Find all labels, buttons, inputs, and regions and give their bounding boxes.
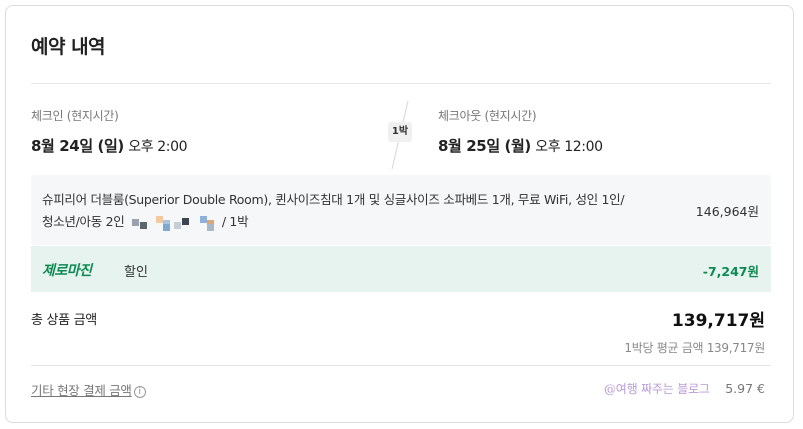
onsite-payment-amount: 5.97 € [725, 381, 765, 396]
total-label: 총 상품 금액 [31, 313, 97, 328]
info-icon[interactable]: i [133, 386, 146, 398]
checkin-section: 체크인 (현지시간) 8월 24일 (일) 오후 2:00 [31, 107, 188, 156]
room-description-guests: 청소년/아동 2인 [42, 214, 125, 229]
nights-badge: 1박 [388, 122, 412, 142]
total-amount: 139,717원 [671, 311, 765, 331]
checkin-date: 8월 24일 (일) [31, 137, 124, 155]
discount-row: 제로마진 할인 -7,247원 [31, 246, 771, 292]
checkin-label: 체크인 (현지시간) [31, 109, 119, 123]
top-divider [31, 83, 771, 84]
room-description-line1: 슈피리어 더블룸(Superior Double Room), 퀸사이즈침대 1… [42, 192, 625, 207]
checkout-section: 체크아웃 (현지시간) 8월 25일 (월) 오후 12:00 [438, 107, 603, 156]
checkout-label: 체크아웃 (현지시간) [438, 109, 537, 123]
page-title: 예약 내역 [31, 36, 106, 58]
discount-amount: -7,247원 [702, 264, 759, 279]
checkout-date: 8월 25일 (월) [438, 137, 531, 155]
checkin-time: 오후 2:00 [128, 139, 188, 155]
checkout-time: 오후 12:00 [535, 139, 603, 155]
room-description: 슈피리어 더블룸(Superior Double Room), 퀸사이즈침대 1… [42, 189, 692, 233]
checkout-datetime: 8월 25일 (월) 오후 12:00 [438, 135, 603, 156]
redacted-pixel-block [130, 216, 216, 231]
reservation-card: 예약 내역 체크인 (현지시간) 8월 24일 (일) 오후 2:00 1박 체… [5, 5, 794, 423]
per-night-average: 1박당 평균 금액 139,717원 [624, 341, 765, 355]
onsite-payment-link[interactable]: 기타 현장 결제 금액 i [31, 380, 146, 399]
bottom-divider [31, 365, 771, 366]
room-summary: 슈피리어 더블룸(Superior Double Room), 퀸사이즈침대 1… [31, 175, 771, 245]
onsite-payment-label: 기타 현장 결제 금액 [31, 383, 132, 398]
discount-label: 할인 [124, 265, 148, 280]
checkin-datetime: 8월 24일 (일) 오후 2:00 [31, 135, 188, 156]
discount-brand-logo: 제로마진 [42, 263, 92, 279]
room-description-nights: / 1박 [221, 214, 249, 229]
room-price: 146,964원 [695, 204, 759, 219]
blog-watermark: @여행 짜주는 블로그 [604, 382, 710, 396]
